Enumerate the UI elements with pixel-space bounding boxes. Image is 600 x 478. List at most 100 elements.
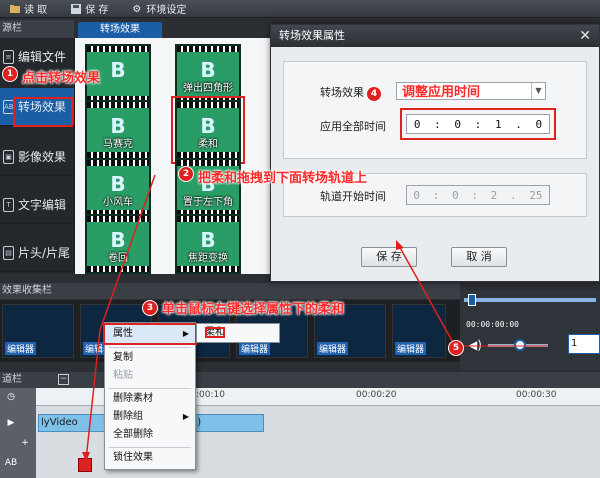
sidebar-item-image-effects[interactable]: ▣ 影像效果 — [0, 138, 74, 176]
chevron-down-icon: ▼ — [531, 83, 545, 99]
dialog-save-button[interactable]: 保 存 — [361, 247, 417, 267]
track-labels: ◷ ▶ + AB — [0, 388, 36, 478]
time-part: 0 — [413, 117, 421, 131]
transition-thumb-soft[interactable]: B 柔和 — [171, 96, 245, 164]
track-start-time-field: 0 : 0 : 2 . 25 — [406, 185, 550, 205]
transition-thumb[interactable]: B 小风车 — [85, 158, 151, 218]
menu-divider — [109, 388, 191, 389]
menu-item-copy[interactable]: 复制 — [105, 349, 195, 367]
menu-item-label: 全部删除 — [113, 429, 153, 440]
context-menu: 属性 ▶ 复制 粘贴 删除素材 删除组 ▶ 全部删除 锁住效果 — [103, 322, 197, 470]
transition-thumb[interactable]: B 弹出四角形 — [175, 44, 241, 104]
read-button[interactable]: 读 取 — [10, 1, 47, 16]
film-strip — [177, 216, 239, 222]
add-track-icon[interactable]: + — [18, 436, 32, 450]
material-clip[interactable]: 编辑器 — [2, 304, 74, 358]
effect-label: 转场效果 — [320, 86, 364, 99]
scrub-track[interactable] — [464, 298, 596, 302]
menu-divider — [109, 447, 191, 448]
transition-properties-dialog: 转场效果属性 ✕ 转场效果 ▼ 应用全部时间 0 : 0 : 1 . 0 轨道开… — [270, 24, 600, 282]
menu-item-delete-group[interactable]: 删除组 ▶ — [105, 408, 195, 426]
save-button[interactable]: 保 存 — [71, 1, 108, 16]
read-label: 读 取 — [24, 5, 48, 16]
time-part: 0 — [535, 117, 543, 131]
annotation-badge: 5 — [448, 340, 464, 356]
time-sep: : — [471, 188, 478, 202]
menu-item-delete-clip[interactable]: 删除素材 — [105, 390, 195, 408]
menu-item-label: 删除素材 — [113, 393, 153, 404]
submenu-arrow-icon: ▶ — [182, 412, 189, 421]
menu-item-label: 粘贴 — [113, 370, 133, 381]
film-strip — [177, 266, 239, 272]
film-strip — [87, 216, 149, 222]
time-sep: . — [515, 117, 522, 131]
transition-thumb[interactable]: B 焦距变换 — [175, 214, 241, 274]
transition-thumb[interactable]: B 马赛克 — [85, 100, 151, 160]
time-sep: : — [474, 117, 482, 131]
submenu-item-soft[interactable]: 柔和 — [205, 327, 225, 338]
volume-icon[interactable]: ◀) — [468, 338, 482, 352]
settings-group: 转场效果 ▼ 应用全部时间 0 : 0 : 1 . 0 — [283, 61, 587, 159]
time-part: 0 — [454, 117, 462, 131]
settings-label: 环境设定 — [146, 5, 187, 16]
annotation-badge: 2 — [178, 166, 194, 182]
gear-icon: ⚙ — [132, 3, 142, 15]
menu-item-label: 锁住效果 — [113, 452, 153, 463]
dialog-cancel-button[interactable]: 取 消 — [451, 247, 507, 267]
track-start-label: 轨道开始时间 — [320, 190, 386, 203]
ruler-tick: 00:00:30 — [516, 390, 557, 400]
film-strip — [177, 46, 239, 52]
settings-button[interactable]: ⚙ 环境设定 — [132, 1, 187, 17]
collapse-icon[interactable]: − — [58, 374, 69, 385]
transition-icon: AB — [3, 99, 14, 114]
material-clip[interactable]: 编辑器 — [392, 304, 446, 358]
save-label: 保 存 — [85, 5, 109, 16]
film-strip — [177, 102, 239, 108]
tab-transitions[interactable]: 转场效果 — [78, 22, 162, 38]
time-readout: 00:00:00:00 — [466, 320, 519, 329]
menu-item-label: 删除组 — [113, 411, 143, 422]
close-icon[interactable]: ✕ — [579, 28, 591, 44]
transition-clip[interactable] — [78, 458, 92, 472]
sidebar-item-label: 编辑文件 — [18, 50, 67, 64]
sidebar-item-label: 转场效果 — [18, 100, 67, 114]
annotation-badge: 4 — [366, 86, 382, 102]
apply-all-time-field[interactable]: 0 : 0 : 1 . 0 — [400, 108, 556, 140]
transition-label: 置于左下角 — [183, 197, 233, 208]
annotation-text: 点击转场效果 — [22, 71, 101, 86]
file-icon: ≡ — [3, 49, 14, 64]
menu-item-paste: 粘贴 — [105, 367, 195, 385]
time-part: 25 — [529, 188, 543, 202]
volume-knob[interactable] — [514, 339, 526, 351]
transitions-panel: B B 弹出四角形 B 马赛克 B 柔和 B 小风车 B 置于左下角 B 卷回 — [74, 38, 270, 274]
menu-item-properties[interactable]: 属性 ▶ — [103, 323, 197, 345]
clock-icon[interactable]: ◷ — [4, 390, 18, 404]
expand-icon[interactable]: ▶ — [4, 416, 18, 430]
sidebar-item-label: 影像效果 — [18, 150, 67, 164]
volume-field[interactable]: 1 — [568, 334, 600, 354]
transition-label: 马赛克 — [103, 139, 133, 150]
annotation-text: 单击鼠标右键选择属性下的柔和 — [162, 302, 345, 317]
timeline-title: 道栏 − — [0, 372, 600, 388]
transition-thumb[interactable]: B 卷回 — [85, 214, 151, 274]
apply-all-label: 应用全部时间 — [320, 120, 386, 133]
transition-label: 柔和 — [198, 139, 218, 150]
sidebar-title: 源栏 — [0, 20, 74, 38]
transition-label: 卷回 — [108, 253, 128, 264]
transition-label: 弹出四角形 — [183, 83, 233, 94]
clip-tag: 编辑器 — [239, 342, 271, 355]
sidebar-item-transitions[interactable]: AB 转场效果 — [0, 88, 74, 126]
film-strip — [87, 46, 149, 52]
scrub-handle[interactable] — [468, 294, 476, 306]
folder-icon — [10, 4, 20, 14]
transition-label: 焦距变换 — [188, 253, 228, 264]
top-toolbar: 读 取 保 存 ⚙ 环境设定 — [0, 0, 600, 18]
dialog-title: 转场效果属性 — [279, 29, 345, 42]
sidebar-item-text-edit[interactable]: T 文字编辑 — [0, 186, 74, 224]
annotation-badge: 1 — [2, 66, 18, 82]
menu-item-delete-all[interactable]: 全部删除 — [105, 426, 195, 444]
material-bar-title: 效果收集栏 — [0, 283, 460, 299]
clip-tag: 编辑器 — [5, 342, 37, 355]
menu-item-lock-effect[interactable]: 锁住效果 — [105, 449, 195, 467]
sidebar-item-title-credits[interactable]: ▤ 片头/片尾 — [0, 234, 74, 272]
